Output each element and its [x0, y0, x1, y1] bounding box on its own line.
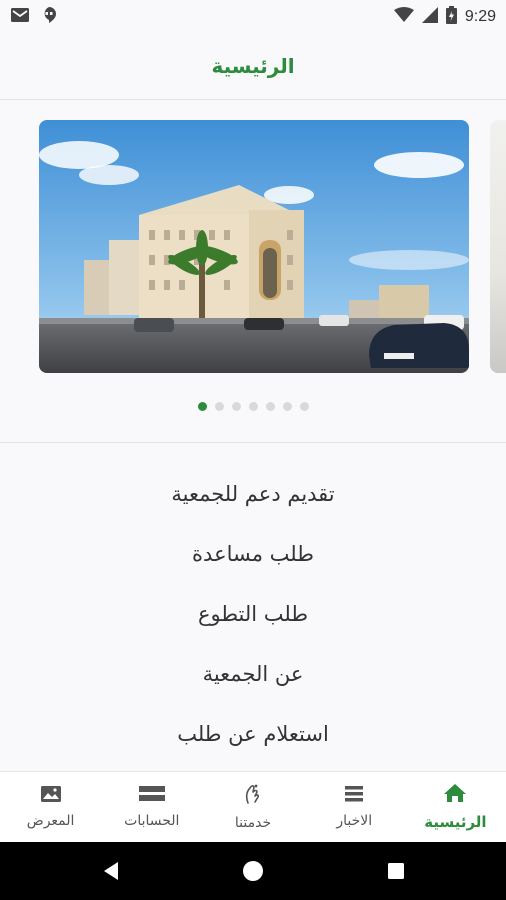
news-icon: [345, 785, 364, 807]
nav-item-news[interactable]: الاخبار: [304, 772, 405, 842]
gallery-icon: [40, 785, 62, 807]
home-circle-icon[interactable]: [242, 860, 264, 882]
signal-icon: [421, 7, 438, 27]
nav-label-home: الرئيسية: [424, 813, 487, 831]
hand-icon: [242, 783, 264, 809]
system-nav-bar: [0, 842, 506, 900]
battery-icon: [445, 6, 457, 28]
menu-item-request-help[interactable]: طلب مساعدة: [0, 524, 506, 584]
building-photo: [39, 120, 469, 373]
bottom-nav: المعرض الحسابات خدمتنا الاخبار الرئيسية: [0, 771, 506, 842]
app-header: الرئيسية: [0, 32, 506, 100]
nav-label-gallery: المعرض: [26, 813, 75, 829]
page-title: الرئيسية: [211, 53, 295, 78]
home-icon: [443, 783, 467, 807]
nav-item-gallery[interactable]: المعرض: [0, 772, 101, 842]
carousel-dot-2[interactable]: [214, 402, 224, 411]
carousel-dot-5[interactable]: [265, 402, 275, 411]
carousel-slide-building[interactable]: [39, 120, 469, 373]
status-time: 9:29: [464, 8, 496, 25]
image-carousel[interactable]: [0, 100, 506, 443]
carousel-dots: [0, 402, 506, 411]
carousel-dot-1[interactable]: [197, 402, 207, 411]
back-icon[interactable]: [100, 860, 122, 882]
carousel-dot-3[interactable]: [231, 402, 241, 411]
nav-label-news: الاخبار: [336, 813, 373, 829]
status-bar: 9:29: [0, 0, 506, 32]
menu-item-volunteer[interactable]: طلب التطوع: [0, 584, 506, 644]
nav-label-services: خدمتنا: [234, 815, 272, 831]
wifi-icon: [393, 7, 414, 27]
gmail-icon: [10, 7, 30, 27]
recents-icon[interactable]: [385, 860, 407, 882]
nav-item-accounts[interactable]: الحسابات: [101, 772, 202, 842]
carousel-dot-7[interactable]: [299, 402, 309, 411]
accounts-icon: [138, 785, 165, 807]
main-menu: تقديم دعم للجمعية طلب مساعدة طلب التطوع …: [0, 464, 506, 764]
nav-label-accounts: الحسابات: [124, 813, 180, 829]
nav-item-home[interactable]: الرئيسية: [405, 772, 506, 842]
carousel-dot-4[interactable]: [248, 402, 258, 411]
carousel-dot-6[interactable]: [282, 402, 292, 411]
menu-item-inquiry[interactable]: استعلام عن طلب: [0, 704, 506, 764]
menu-item-about[interactable]: عن الجمعية: [0, 644, 506, 704]
carousel-slide-next[interactable]: [490, 120, 506, 373]
hangouts-icon: [40, 6, 58, 28]
nav-item-services[interactable]: خدمتنا: [202, 772, 303, 842]
menu-item-donate[interactable]: تقديم دعم للجمعية: [0, 464, 506, 524]
